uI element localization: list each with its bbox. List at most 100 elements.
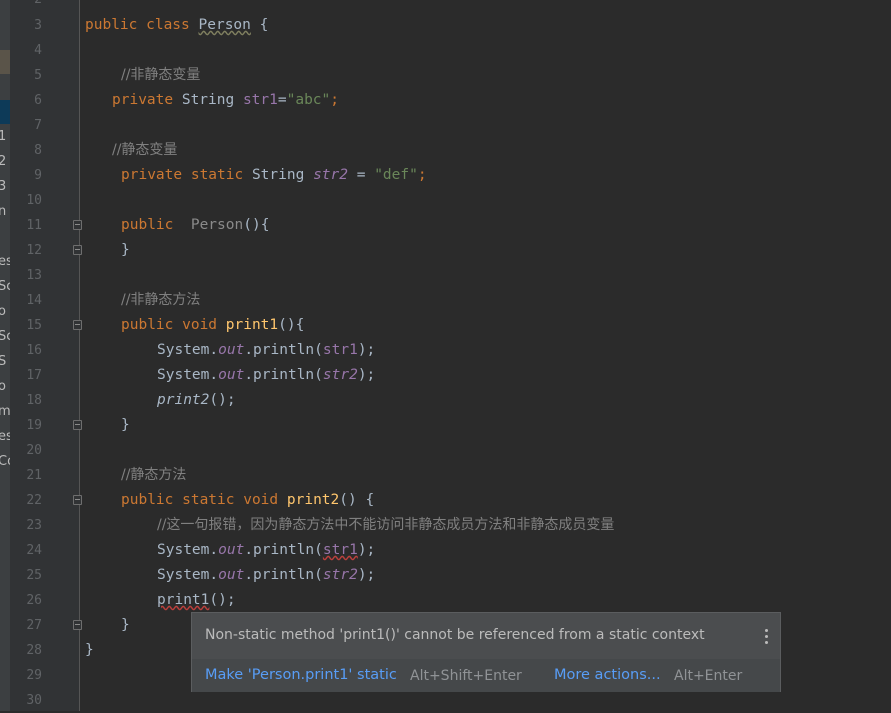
type: String	[251, 167, 314, 183]
method-call: .println(	[244, 367, 323, 383]
code-line-25: System.out.println(str2);	[157, 563, 375, 588]
comment: //静态方法	[121, 467, 187, 483]
code-line-21: //静态方法	[121, 463, 186, 488]
line-number: 22	[26, 493, 42, 508]
editor-gutter[interactable]: 2 3 4 5 6 7 8 9 10 11 12 13 14 15 16 17 …	[10, 0, 80, 711]
brace: }	[85, 642, 94, 658]
line-number: 23	[26, 518, 42, 533]
brace: }	[121, 617, 130, 633]
constructor-name: Person	[190, 217, 244, 233]
code-line-9: private static String str2 = "def";	[121, 163, 427, 188]
line-number: 11	[26, 218, 42, 233]
type: String	[181, 92, 243, 108]
keyword: private static	[121, 167, 252, 183]
static-field-name: str2	[313, 167, 348, 183]
code-line-18: print2();	[157, 388, 236, 413]
line-number: 28	[26, 643, 42, 658]
strip-text: Co	[0, 454, 10, 469]
strip-text: es	[0, 254, 10, 269]
strip-text: 1	[0, 129, 7, 144]
code-line-6: private String str1="abc";	[112, 88, 339, 113]
method-call: .println(	[244, 542, 323, 558]
strip-text: o	[0, 379, 6, 394]
code-line-14: //非静态方法	[121, 288, 200, 313]
strip-text: es	[0, 429, 10, 444]
line-number: 18	[26, 393, 42, 408]
class-name: Person	[198, 17, 251, 33]
line-number: 13	[26, 268, 42, 283]
class-ref: System.	[157, 542, 219, 558]
code-line-16: System.out.println(str1);	[157, 338, 375, 363]
static-field-ref: str2	[322, 567, 358, 583]
strip-highlight-a	[0, 50, 10, 74]
punctuation: (){	[243, 217, 270, 233]
keyword: public static void	[121, 492, 287, 508]
line-number: 19	[26, 418, 42, 433]
error-field-ref: str1	[322, 542, 358, 558]
punctuation: (){	[278, 317, 305, 333]
line-number: 5	[34, 68, 42, 83]
string-literal: "abc"	[286, 92, 331, 108]
code-line-15: public void print1(){	[121, 313, 304, 338]
strip-text: m	[0, 404, 10, 419]
line-number: 7	[34, 118, 42, 133]
more-options-icon[interactable]	[764, 627, 770, 645]
line-number: 27	[26, 618, 42, 633]
method-name: print1	[225, 317, 279, 333]
punctuation: );	[357, 567, 376, 583]
comment: //这一句报错，因为静态方法中不能访问非静态成员方法和非静态成员变量	[157, 517, 615, 533]
quick-fix-bar: Make 'Person.print1' static Alt+Shift+En…	[192, 659, 780, 692]
code-line-12: }	[121, 238, 130, 263]
code-line-8: //静态变量	[112, 138, 177, 163]
comment: //非静态变量	[121, 67, 201, 83]
method-call: .println(	[244, 567, 323, 583]
more-actions-link[interactable]: More actions...	[554, 667, 661, 683]
static-field-ref: out	[218, 367, 245, 383]
static-field-ref: out	[218, 542, 245, 558]
method-call: .println(	[244, 342, 323, 358]
strip-text: o	[0, 304, 6, 319]
strip-text: n	[0, 204, 7, 219]
code-line-27: }	[121, 613, 130, 638]
code-line-19: }	[121, 413, 130, 438]
field-name: str1	[242, 92, 278, 108]
punctuation: );	[357, 367, 376, 383]
class-ref: System.	[157, 567, 219, 583]
line-number: 29	[26, 668, 42, 683]
code-line-26: print1();	[157, 588, 236, 613]
code-line-11: public Person(){	[121, 213, 269, 238]
comment: //静态变量	[112, 142, 178, 158]
line-number: 26	[26, 593, 42, 608]
strip-text: S	[0, 354, 7, 369]
code-line-23: //这一句报错，因为静态方法中不能访问非静态成员方法和非静态成员变量	[157, 513, 614, 538]
static-field-ref: out	[218, 342, 245, 358]
fix-shortcut: Alt+Shift+Enter	[410, 668, 522, 684]
line-number: 16	[26, 343, 42, 358]
brace: {	[250, 17, 269, 33]
punctuation: );	[357, 542, 376, 558]
strip-text: 2	[0, 154, 7, 169]
error-method-call[interactable]: print1	[157, 592, 209, 608]
code-line-17: System.out.println(str2);	[157, 363, 375, 388]
line-number: 8	[34, 143, 42, 158]
keyword: public class	[85, 17, 199, 33]
make-static-fix-link[interactable]: Make 'Person.print1' static	[205, 667, 397, 683]
semicolon: ;	[330, 92, 339, 108]
punctuation: );	[357, 342, 376, 358]
operator: =	[347, 167, 375, 183]
line-number: 15	[26, 318, 42, 333]
strip-text: Sc	[0, 329, 10, 344]
code-line-22: public static void print2() {	[121, 488, 374, 513]
code-line-24: System.out.println(str1);	[157, 538, 375, 563]
code-editor[interactable]: public class Person { //非静态变量 private St…	[80, 0, 891, 711]
line-number: 17	[26, 368, 42, 383]
keyword: public void	[121, 317, 226, 333]
line-number: 10	[26, 193, 42, 208]
strip-highlight-b	[0, 100, 10, 124]
code-line-3: public class Person {	[85, 13, 268, 38]
line-number: 9	[34, 168, 42, 183]
static-field-ref: str2	[322, 367, 358, 383]
line-number: 3	[34, 18, 42, 33]
strip-text: 3	[0, 179, 7, 194]
method-name: print2	[286, 492, 340, 508]
